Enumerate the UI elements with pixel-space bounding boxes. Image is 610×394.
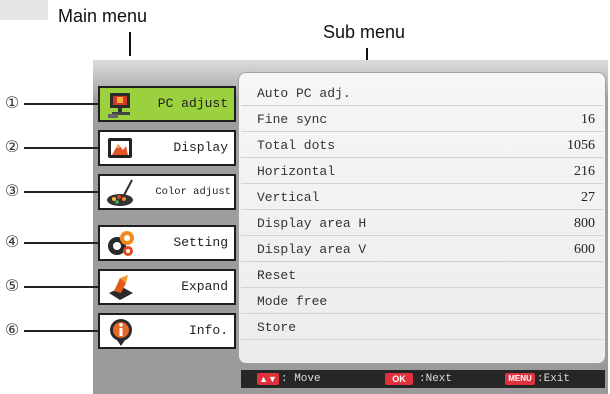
pc-adjust-icon (108, 93, 130, 118)
sub-item-reset[interactable]: Reset (241, 263, 603, 288)
next-hint: :Next (419, 373, 453, 385)
callout-number: ① (4, 93, 20, 112)
menu-key: MENU (505, 373, 535, 385)
sub-item-store[interactable]: Store (241, 315, 603, 340)
main-menu-item-setting[interactable]: Setting (98, 225, 236, 261)
sub-item-value: 27 (581, 190, 595, 205)
callout-line (24, 191, 98, 193)
display-icon (108, 138, 132, 158)
sub-item-label: Total dots (257, 138, 336, 153)
ok-key: OK (385, 373, 413, 385)
arrow-keys-icon: ▲▼ (257, 373, 279, 385)
callout-number: ⑥ (4, 320, 20, 339)
main-menu-item-label: Color adjust (155, 186, 231, 198)
sub-item-mode-free[interactable]: Mode free (241, 289, 603, 314)
callout-number: ⑤ (4, 276, 20, 295)
expand-icon (109, 275, 133, 300)
sub-item-display-area-h[interactable]: Display area H 800 (241, 211, 603, 236)
sub-item-label: Vertical (257, 190, 320, 205)
sub-item-value: 16 (581, 112, 595, 127)
main-menu-item-expand[interactable]: Expand (98, 269, 236, 305)
main-menu-item-label: Setting (173, 235, 228, 250)
corner-tab (0, 0, 48, 20)
sub-item-vertical[interactable]: Vertical 27 (241, 185, 603, 210)
main-menu-pointer (129, 32, 131, 56)
main-menu-item-color-adjust[interactable]: Color adjust (98, 174, 236, 210)
sub-item-auto-pc-adj[interactable]: Auto PC adj. (241, 81, 603, 106)
main-menu-item-label: Info. (188, 323, 228, 338)
sub-item-label: Mode free (257, 294, 328, 309)
main-menu-item-pc-adjust[interactable]: PC adjust (98, 86, 236, 122)
sub-item-label: Auto PC adj. (257, 86, 351, 101)
sub-item-label: Store (257, 320, 297, 335)
callout-line (24, 103, 98, 105)
sub-item-value: 800 (574, 216, 595, 231)
main-menu-caption: Main menu (58, 6, 148, 26)
exit-hint: :Exit (537, 373, 571, 385)
main-menu-item-label: Display (173, 140, 228, 155)
main-menu-item-info[interactable]: Info. (98, 313, 236, 349)
callout-line (24, 242, 98, 244)
sub-item-value: 1056 (567, 138, 595, 153)
sub-menu: Auto PC adj. Fine sync 16 Total dots 105… (238, 72, 606, 364)
move-hint: : Move (281, 373, 321, 385)
sub-item-label: Fine sync (257, 112, 328, 127)
main-menu-item-display[interactable]: Display (98, 130, 236, 166)
color-adjust-icon (107, 179, 133, 206)
main-menu-item-label: Expand (181, 279, 228, 294)
callout-line (24, 286, 98, 288)
info-icon (110, 319, 132, 346)
sub-item-value: 600 (574, 242, 595, 257)
callout-line (24, 330, 98, 332)
sub-item-horizontal[interactable]: Horizontal 216 (241, 159, 603, 184)
callout-number: ③ (4, 181, 20, 200)
sub-item-label: Display area H (257, 216, 367, 231)
callout-number: ② (4, 137, 20, 156)
sub-item-fine-sync[interactable]: Fine sync 16 (241, 107, 603, 132)
sub-item-label: Reset (257, 268, 297, 283)
main-menu-item-label: PC adjust (157, 96, 228, 111)
sub-item-display-area-v[interactable]: Display area V 600 (241, 237, 603, 262)
callout-line (24, 147, 98, 149)
sub-item-label: Horizontal (257, 164, 336, 179)
sub-menu-caption: Sub menu (323, 22, 406, 42)
sub-item-value: 216 (574, 164, 595, 179)
sub-item-label: Display area V (257, 242, 367, 257)
sub-item-total-dots[interactable]: Total dots 1056 (241, 133, 603, 158)
setting-icon (108, 231, 134, 256)
status-bar: ▲▼ : Move OK :Next MENU :Exit (241, 370, 605, 388)
callout-number: ④ (4, 232, 20, 251)
